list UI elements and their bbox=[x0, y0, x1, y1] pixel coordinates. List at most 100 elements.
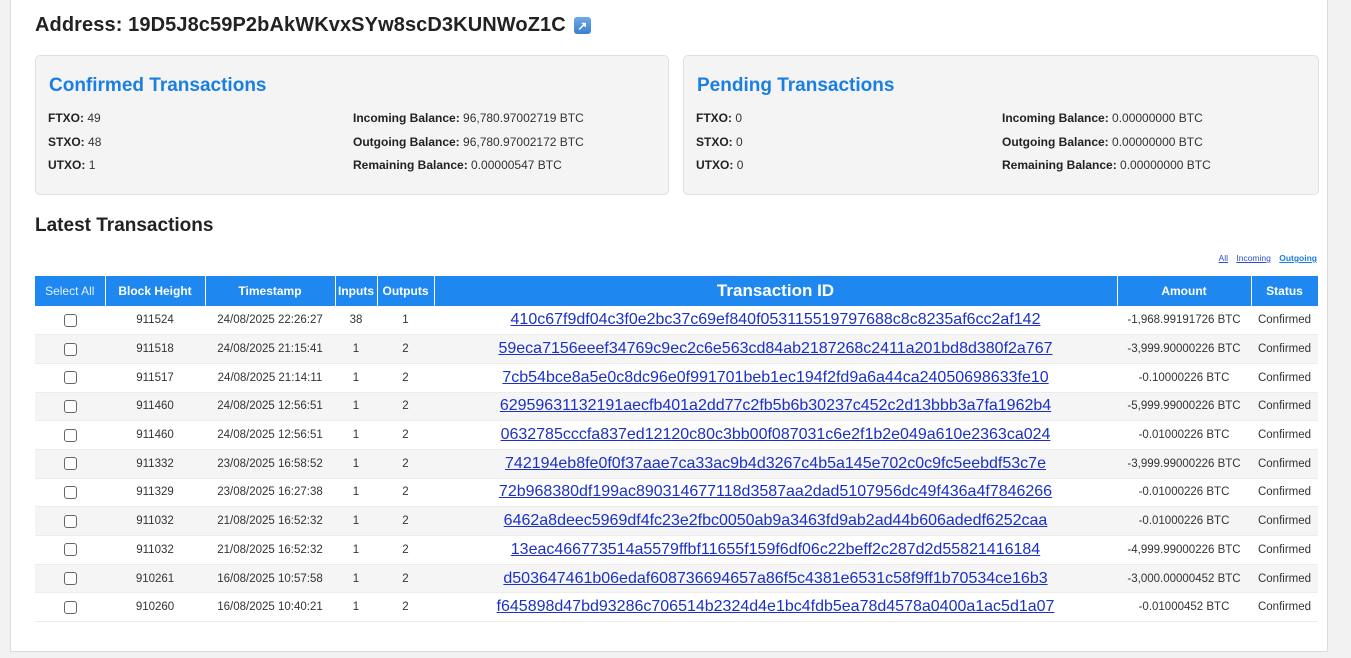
incoming-label: Incoming Balance: bbox=[1002, 111, 1109, 125]
inputs-cell: 1 bbox=[335, 420, 377, 450]
utxo-value: 1 bbox=[88, 158, 96, 172]
pending-stxo: STXO: 0 bbox=[696, 135, 743, 149]
transaction-id-link[interactable]: 6462a8deec5969df4fc23e2fbc0050ab9a3463fd… bbox=[504, 512, 1048, 529]
incoming-label: Incoming Balance: bbox=[353, 111, 460, 125]
outputs-cell: 2 bbox=[377, 334, 434, 364]
inputs-cell: 1 bbox=[335, 392, 377, 422]
status-header: Status bbox=[1251, 276, 1319, 306]
transactions-body: 911524 24/08/2025 22:26:27 38 1 410c67f9df04… bbox=[35, 306, 1318, 623]
inputs-cell: 1 bbox=[335, 506, 377, 536]
timestamp-cell: 24/08/2025 21:14:11 bbox=[205, 363, 335, 393]
amount-cell: -0.01000226 BTC bbox=[1117, 506, 1251, 536]
row-select-cell bbox=[35, 420, 105, 450]
row-checkbox[interactable] bbox=[63, 514, 77, 528]
transaction-filters: All Incoming Outgoing bbox=[1213, 253, 1317, 263]
confirmed-panel: Confirmed Transactions FTXO: 49 STXO: 48… bbox=[35, 55, 669, 195]
row-select-cell bbox=[35, 564, 105, 594]
outgoing-label: Outgoing Balance: bbox=[1002, 135, 1109, 149]
transaction-id-link[interactable]: 72b968380df199ac890314677118d3587aa2dad5… bbox=[499, 483, 1052, 500]
incoming-value: 0.00000000 BTC bbox=[1112, 111, 1203, 125]
row-checkbox[interactable] bbox=[63, 572, 77, 586]
row-checkbox[interactable] bbox=[63, 342, 77, 356]
row-checkbox[interactable] bbox=[63, 457, 77, 471]
outputs-cell: 2 bbox=[377, 392, 434, 422]
row-checkbox[interactable] bbox=[63, 371, 77, 385]
outputs-cell: 2 bbox=[377, 420, 434, 450]
block-height-cell: 911518 bbox=[105, 334, 205, 364]
timestamp-cell: 16/08/2025 10:40:21 bbox=[205, 592, 335, 623]
filter-incoming-link[interactable]: Incoming bbox=[1236, 253, 1271, 263]
confirmed-outgoing: Outgoing Balance: 96,780.97002172 BTC bbox=[353, 135, 584, 149]
table-row: 911032 21/08/2025 16:52:32 1 2 13eac46677351… bbox=[35, 535, 1318, 565]
inputs-cell: 1 bbox=[335, 535, 377, 565]
outgoing-value: 0.00000000 BTC bbox=[1112, 135, 1203, 149]
row-checkbox[interactable] bbox=[63, 543, 77, 557]
page-container: Address: 19D5J8c59P2bAkWKvxSYw8scD3KUNWo… bbox=[10, 0, 1328, 652]
transaction-id-link[interactable]: d503647461b06edaf608736694657a86f5c4381e… bbox=[503, 570, 1047, 587]
outputs-cell: 2 bbox=[377, 564, 434, 594]
row-select-cell bbox=[35, 592, 105, 623]
transaction-id-cell: 62959631132191aecfb401a2dd77c2fb5b6b3023… bbox=[434, 392, 1117, 422]
transaction-id-link[interactable]: 59eca7156eeef34769c9ec2c6e563cd84ab21872… bbox=[498, 340, 1052, 357]
amount-cell: -0.10000226 BTC bbox=[1117, 363, 1251, 393]
block-height-cell: 911032 bbox=[105, 506, 205, 536]
transaction-id-cell: 742194eb8fe0f0f37aae7ca33ac9b4d3267c4b5a… bbox=[434, 449, 1117, 479]
utxo-value: 0 bbox=[736, 158, 744, 172]
transaction-id-link[interactable]: 410c67f9df04c3f0e2bc37c69ef840f053115519… bbox=[511, 311, 1041, 328]
row-select-cell bbox=[35, 535, 105, 565]
latest-transactions-heading: Latest Transactions bbox=[35, 215, 214, 236]
inputs-cell: 38 bbox=[335, 306, 377, 336]
transaction-id-cell: d503647461b06edaf608736694657a86f5c4381e… bbox=[434, 564, 1117, 594]
transactions-table: Select All Block Height Timestamp Inputs… bbox=[35, 276, 1319, 623]
amount-cell: -5,999.99000226 BTC bbox=[1117, 392, 1251, 422]
timestamp-cell: 21/08/2025 16:52:32 bbox=[205, 535, 335, 565]
timestamp-cell: 24/08/2025 12:56:51 bbox=[205, 420, 335, 450]
table-row: 911032 21/08/2025 16:52:32 1 2 6462a8deec596… bbox=[35, 506, 1318, 536]
row-select-cell bbox=[35, 449, 105, 479]
transaction-id-cell: 13eac466773514a5579ffbf11655f159f6df06c2… bbox=[434, 535, 1117, 565]
row-checkbox[interactable] bbox=[63, 428, 77, 442]
outputs-cell: 2 bbox=[377, 535, 434, 565]
table-row: 910260 16/08/2025 10:40:21 1 2 f645898d47bd9… bbox=[35, 592, 1318, 623]
amount-cell: -0.01000226 BTC bbox=[1117, 478, 1251, 508]
row-checkbox[interactable] bbox=[63, 313, 77, 327]
ftxo-value: 0 bbox=[735, 111, 743, 125]
timestamp-cell: 23/08/2025 16:27:38 bbox=[205, 478, 335, 508]
block-height-cell: 911329 bbox=[105, 478, 205, 508]
transaction-id-link[interactable]: 742194eb8fe0f0f37aae7ca33ac9b4d3267c4b5a… bbox=[505, 455, 1046, 472]
select-all-header[interactable]: Select All bbox=[35, 276, 106, 306]
amount-cell: -4,999.99000226 BTC bbox=[1117, 535, 1251, 565]
filter-outgoing-link[interactable]: Outgoing bbox=[1279, 253, 1317, 263]
remaining-value: 0.00000547 BTC bbox=[471, 158, 562, 172]
inputs-cell: 1 bbox=[335, 478, 377, 508]
row-select-cell bbox=[35, 363, 105, 393]
stxo-label: STXO: bbox=[48, 135, 85, 149]
transaction-id-link[interactable]: 13eac466773514a5579ffbf11655f159f6df06c2… bbox=[511, 541, 1040, 558]
inputs-cell: 1 bbox=[335, 363, 377, 393]
inputs-header: Inputs bbox=[335, 276, 378, 306]
pending-outgoing: Outgoing Balance: 0.00000000 BTC bbox=[1002, 135, 1203, 149]
ftxo-label: FTXO: bbox=[696, 111, 732, 125]
transaction-id-link[interactable]: f645898d47bd93286c706514b2324d4e1bc4fdb5… bbox=[497, 598, 1055, 615]
stxo-label: STXO: bbox=[696, 135, 733, 149]
transaction-id-link[interactable]: 62959631132191aecfb401a2dd77c2fb5b6b3023… bbox=[500, 397, 1051, 414]
address-header: Address: 19D5J8c59P2bAkWKvxSYw8scD3KUNWo… bbox=[35, 14, 591, 37]
row-checkbox[interactable] bbox=[63, 485, 77, 499]
status-cell: Confirmed bbox=[1251, 306, 1318, 336]
table-row: 911332 23/08/2025 16:58:52 1 2 742194eb8fe0f… bbox=[35, 449, 1318, 479]
timestamp-cell: 24/08/2025 12:56:51 bbox=[205, 392, 335, 422]
transaction-id-link[interactable]: 0632785cccfa837ed12120c80c3bb00f087031c6… bbox=[501, 426, 1051, 443]
table-row: 911460 24/08/2025 12:56:51 1 2 6295963113219… bbox=[35, 392, 1318, 422]
table-row: 911517 24/08/2025 21:14:11 1 2 7cb54bce8a5e0… bbox=[35, 363, 1318, 393]
pending-panel: Pending Transactions FTXO: 0 STXO: 0 UTX… bbox=[683, 55, 1319, 195]
transaction-id-cell: 410c67f9df04c3f0e2bc37c69ef840f053115519… bbox=[434, 306, 1117, 336]
row-checkbox[interactable] bbox=[63, 399, 77, 413]
filter-all-link[interactable]: All bbox=[1219, 253, 1228, 263]
timestamp-cell: 24/08/2025 21:15:41 bbox=[205, 334, 335, 364]
row-checkbox[interactable] bbox=[63, 600, 77, 614]
transaction-id-link[interactable]: 7cb54bce8a5e0c8dc96e0f991701beb1ec194f2f… bbox=[502, 369, 1048, 386]
outputs-cell: 1 bbox=[377, 306, 434, 336]
external-link-icon[interactable]: ↗ bbox=[573, 17, 591, 34]
pending-remaining: Remaining Balance: 0.00000000 BTC bbox=[1002, 158, 1211, 172]
outputs-cell: 2 bbox=[377, 449, 434, 479]
